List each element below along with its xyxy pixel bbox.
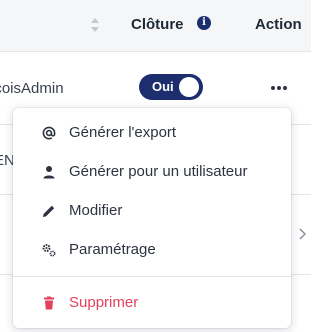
table-header: Clôture i Action xyxy=(0,0,311,52)
row-user-name: nçoisAdmin xyxy=(0,80,64,97)
sort-icon[interactable] xyxy=(90,16,100,34)
dot-icon xyxy=(271,86,275,90)
toggle-label: Oui xyxy=(152,79,174,94)
menu-item-label: Générer pour un utilisateur xyxy=(69,163,248,180)
menu-item-label: Générer l'export xyxy=(69,124,177,141)
menu-item-modifier[interactable]: Modifier xyxy=(13,192,291,230)
menu-item-parametrage[interactable]: Paramétrage xyxy=(13,231,291,269)
chevron-right-icon[interactable] xyxy=(298,228,306,240)
menu-item-generer-utilisateur[interactable]: Générer pour un utilisateur xyxy=(13,153,291,191)
cloture-toggle[interactable]: Oui xyxy=(139,74,203,100)
menu-item-supprimer[interactable]: Supprimer xyxy=(13,284,291,322)
menu-divider xyxy=(13,276,291,277)
menu-item-label: Modifier xyxy=(69,202,123,219)
toggle-knob xyxy=(179,77,199,97)
info-icon[interactable]: i xyxy=(197,16,211,30)
user-icon xyxy=(43,166,55,179)
menu-item-label: Paramétrage xyxy=(69,241,156,258)
dot-icon xyxy=(277,86,281,90)
pencil-icon xyxy=(43,205,55,217)
menu-item-label: Supprimer xyxy=(69,294,139,311)
column-header-cloture[interactable]: Clôture xyxy=(131,16,184,33)
more-actions-button[interactable] xyxy=(266,80,292,96)
column-header-action: Action xyxy=(255,16,302,33)
actions-dropdown-menu: Générer l'export Générer pour un utilisa… xyxy=(13,108,291,328)
trash-icon xyxy=(44,296,54,310)
at-icon xyxy=(42,126,56,140)
gears-icon xyxy=(42,244,56,257)
dot-icon xyxy=(283,86,287,90)
menu-item-generer-export[interactable]: Générer l'export xyxy=(13,114,291,152)
